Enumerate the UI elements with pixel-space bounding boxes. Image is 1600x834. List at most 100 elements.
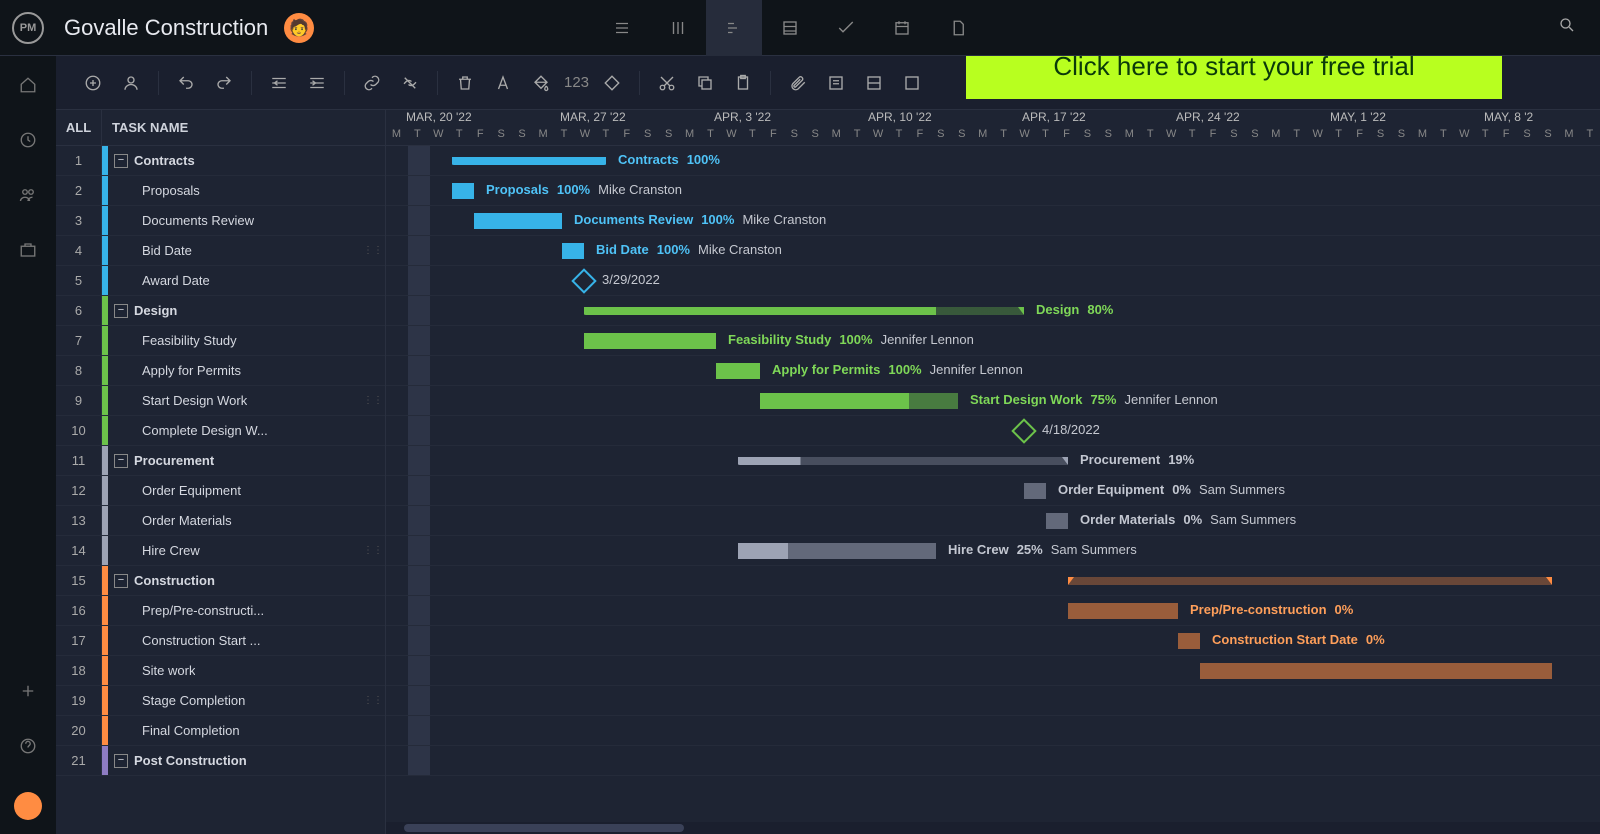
rail-avatar[interactable]	[14, 792, 42, 820]
task-row[interactable]: 7 Feasibility Study	[56, 326, 385, 356]
gantt-bar[interactable]	[1200, 663, 1552, 679]
gantt-row[interactable]: Start Design Work75%Jennifer Lennon	[386, 386, 1600, 416]
gantt-row[interactable]: 3/29/2022	[386, 266, 1600, 296]
task-row[interactable]: 21 − Post Construction	[56, 746, 385, 776]
add-task-button[interactable]	[76, 66, 110, 100]
gantt-bar[interactable]	[1068, 577, 1552, 585]
gantt-row[interactable]: Contracts100%	[386, 146, 1600, 176]
task-row[interactable]: 18 Site work	[56, 656, 385, 686]
task-row[interactable]: 2 Proposals	[56, 176, 385, 206]
view-gantt[interactable]	[706, 0, 762, 56]
help-icon[interactable]	[19, 737, 37, 760]
gantt-row[interactable]: Feasibility Study100%Jennifer Lennon	[386, 326, 1600, 356]
search-icon[interactable]	[1546, 16, 1588, 39]
task-row[interactable]: 10 Complete Design W...	[56, 416, 385, 446]
recent-icon[interactable]	[19, 131, 37, 154]
gantt-chart[interactable]: MAR, 20 '22MAR, 27 '22APR, 3 '22APR, 10 …	[386, 110, 1600, 834]
gantt-row[interactable]: 4/18/2022	[386, 416, 1600, 446]
undo-button[interactable]	[169, 66, 203, 100]
task-row[interactable]: 6 − Design	[56, 296, 385, 326]
gantt-row[interactable]	[386, 656, 1600, 686]
gantt-row[interactable]	[386, 566, 1600, 596]
task-row[interactable]: 8 Apply for Permits	[56, 356, 385, 386]
gantt-bar[interactable]	[584, 307, 1024, 315]
milestone-icon[interactable]	[1011, 418, 1036, 443]
column-id-header[interactable]: ALL	[56, 110, 102, 145]
user-avatar[interactable]: 🧑	[284, 13, 314, 43]
gantt-bar[interactable]	[738, 457, 1068, 465]
add-icon[interactable]	[19, 682, 37, 705]
note-button[interactable]	[819, 66, 853, 100]
task-row[interactable]: 16 Prep/Pre-constructi...	[56, 596, 385, 626]
task-row[interactable]: 11 − Procurement	[56, 446, 385, 476]
task-row[interactable]: 4 Bid Date ⋮⋮	[56, 236, 385, 266]
gantt-bar[interactable]	[452, 157, 606, 165]
link-button[interactable]	[355, 66, 389, 100]
view-sheet[interactable]	[762, 0, 818, 56]
expand-icon[interactable]: −	[114, 754, 128, 768]
view-dashboard[interactable]	[818, 0, 874, 56]
home-icon[interactable]	[19, 76, 37, 99]
font-button[interactable]	[486, 66, 520, 100]
view-calendar[interactable]	[874, 0, 930, 56]
copy-button[interactable]	[688, 66, 722, 100]
indent-button[interactable]	[300, 66, 334, 100]
gantt-bar[interactable]	[1068, 603, 1178, 619]
gantt-bar[interactable]	[738, 543, 936, 559]
task-row[interactable]: 1 − Contracts	[56, 146, 385, 176]
gantt-row[interactable]: Proposals100%Mike Cranston	[386, 176, 1600, 206]
unlink-button[interactable]	[393, 66, 427, 100]
gantt-bar[interactable]	[1178, 633, 1200, 649]
task-row[interactable]: 19 Stage Completion ⋮⋮	[56, 686, 385, 716]
gantt-bar[interactable]	[1046, 513, 1068, 529]
critical-button[interactable]	[895, 66, 929, 100]
gantt-row[interactable]: Prep/Pre-construction0%	[386, 596, 1600, 626]
attach-button[interactable]	[781, 66, 815, 100]
pm-logo[interactable]: PM	[12, 12, 44, 44]
task-row[interactable]: 17 Construction Start ...	[56, 626, 385, 656]
outdent-button[interactable]	[262, 66, 296, 100]
view-board[interactable]	[650, 0, 706, 56]
expand-icon[interactable]: −	[114, 574, 128, 588]
view-list[interactable]	[594, 0, 650, 56]
gantt-row[interactable]: Order Equipment0%Sam Summers	[386, 476, 1600, 506]
fill-button[interactable]	[524, 66, 558, 100]
task-row[interactable]: 9 Start Design Work ⋮⋮	[56, 386, 385, 416]
task-row[interactable]: 5 Award Date	[56, 266, 385, 296]
gantt-bar[interactable]	[474, 213, 562, 229]
gantt-row[interactable]: Procurement19%	[386, 446, 1600, 476]
shape-button[interactable]	[595, 66, 629, 100]
assign-button[interactable]	[114, 66, 148, 100]
expand-icon[interactable]: −	[114, 154, 128, 168]
gantt-row[interactable]: Design80%	[386, 296, 1600, 326]
gantt-row[interactable]: Bid Date100%Mike Cranston	[386, 236, 1600, 266]
gantt-bar[interactable]	[452, 183, 474, 199]
gantt-bar[interactable]	[716, 363, 760, 379]
gantt-row[interactable]: Hire Crew25%Sam Summers	[386, 536, 1600, 566]
format-number[interactable]: 123	[562, 74, 591, 91]
gantt-row[interactable]	[386, 716, 1600, 746]
gantt-row[interactable]: Order Materials0%Sam Summers	[386, 506, 1600, 536]
task-row[interactable]: 13 Order Materials	[56, 506, 385, 536]
expand-icon[interactable]: −	[114, 304, 128, 318]
team-icon[interactable]	[19, 186, 37, 209]
cut-button[interactable]	[650, 66, 684, 100]
paste-button[interactable]	[726, 66, 760, 100]
task-row[interactable]: 3 Documents Review	[56, 206, 385, 236]
portfolio-icon[interactable]	[19, 241, 37, 264]
gantt-row[interactable]	[386, 686, 1600, 716]
expand-icon[interactable]: −	[114, 454, 128, 468]
gantt-bar[interactable]	[584, 333, 716, 349]
delete-button[interactable]	[448, 66, 482, 100]
gantt-row[interactable]: Documents Review100%Mike Cranston	[386, 206, 1600, 236]
gantt-row[interactable]: Apply for Permits100%Jennifer Lennon	[386, 356, 1600, 386]
baseline-button[interactable]	[857, 66, 891, 100]
gantt-row[interactable]: Construction Start Date0%	[386, 626, 1600, 656]
project-title[interactable]: Govalle Construction	[64, 15, 268, 41]
gantt-row[interactable]	[386, 746, 1600, 776]
gantt-bar[interactable]	[562, 243, 584, 259]
milestone-icon[interactable]	[571, 268, 596, 293]
task-row[interactable]: 12 Order Equipment	[56, 476, 385, 506]
gantt-bar[interactable]	[760, 393, 958, 409]
redo-button[interactable]	[207, 66, 241, 100]
